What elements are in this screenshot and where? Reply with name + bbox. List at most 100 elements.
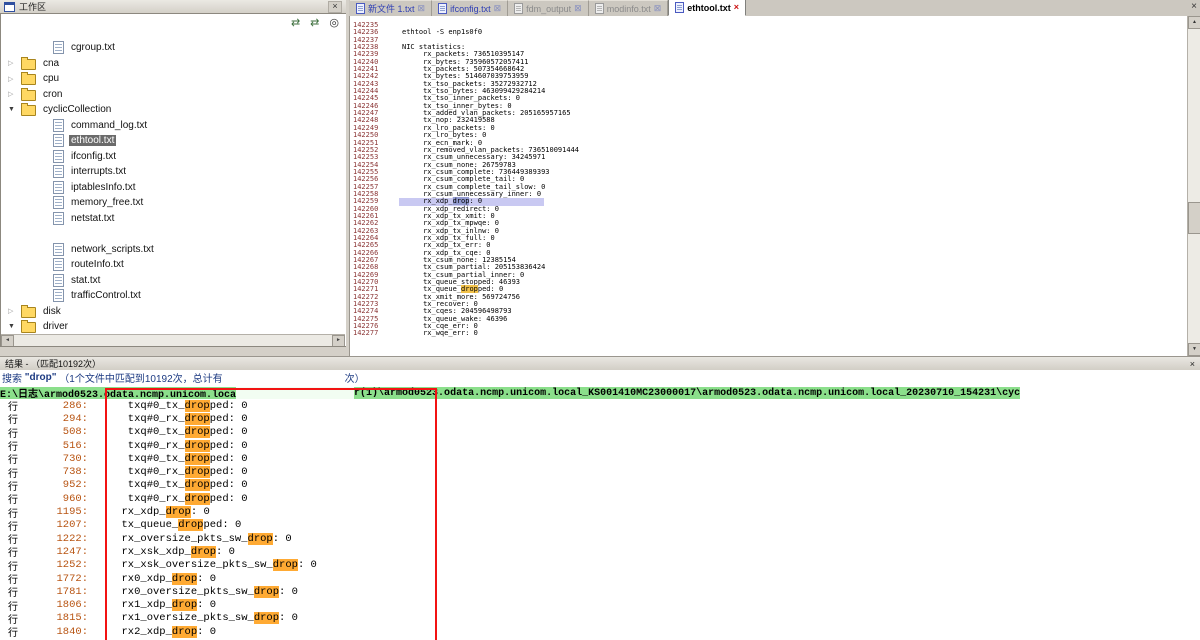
tree-item-ethtool-txt[interactable]: ethtool.txt — [1, 133, 347, 149]
row-text: txq#0_tx_dropped: 0 — [88, 400, 248, 412]
file-icon — [53, 243, 64, 256]
tab-close-icon[interactable]: ⊠ — [418, 4, 426, 13]
result-row[interactable]: 行1781: rx0_oversize_pkts_sw_drop: 0 — [0, 585, 1200, 598]
tree-item-command-log-txt[interactable]: command_log.txt — [1, 118, 347, 134]
scrollbar-thumb[interactable] — [1188, 202, 1200, 234]
scroll-up-icon[interactable]: ▲ — [1188, 16, 1200, 29]
chevron-collapsed-icon[interactable]: ▷ — [8, 90, 21, 98]
tree-item-trafficcontrol-txt[interactable]: trafficControl.txt — [1, 288, 347, 304]
editor-line[interactable]: 142277 rx_wqe_err: 0 — [350, 330, 1188, 337]
row-text: txq#0_rx_dropped: 0 — [88, 413, 248, 425]
chevron-collapsed-icon[interactable]: ▷ — [8, 307, 21, 315]
tree-item-network-scripts-txt[interactable]: network_scripts.txt — [1, 242, 347, 258]
chevron-collapsed-icon[interactable]: ▷ — [8, 75, 21, 83]
results-close-button[interactable]: × — [1190, 359, 1195, 369]
row-text: txq#0_rx_dropped: 0 — [88, 493, 248, 505]
tab-close-icon[interactable]: ⊠ — [574, 4, 582, 13]
row-line-label: 行 — [0, 624, 32, 639]
tree-item-cycliccollection[interactable]: ▼cyclicCollection — [1, 102, 347, 118]
tab-close-icon[interactable]: ⊠ — [654, 4, 662, 13]
tree-item-disk[interactable]: ▷ disk — [1, 304, 347, 320]
tree-item-memory-free-txt[interactable]: memory_free.txt — [1, 195, 347, 211]
redaction-box — [223, 371, 345, 383]
refresh-tree-icon[interactable]: ⇄ — [291, 17, 300, 29]
tab-1-txt[interactable]: 新文件 1.txt⊠ — [350, 0, 432, 16]
scroll-down-icon[interactable]: ▼ — [1188, 343, 1200, 356]
tree-item-label: disk — [41, 306, 63, 317]
file-icon — [53, 134, 64, 147]
result-row[interactable]: 行1806: rx1_xdp_drop: 0 — [0, 598, 1200, 611]
workspace-toolbar: ⇄ ⇄ ◎ — [291, 17, 339, 29]
row-text: txq#0_tx_dropped: 0 — [88, 426, 248, 438]
result-row[interactable]: 行1247: rx_xsk_xdp_drop: 0 — [0, 545, 1200, 558]
tree-horizontal-scrollbar[interactable]: ◄ ► — [1, 334, 345, 346]
row-text: rx_xdp_drop: 0 — [88, 506, 210, 518]
chevron-expanded-icon[interactable]: ▼ — [8, 106, 21, 113]
tab-close-icon[interactable]: × — [734, 3, 739, 12]
tree-item-cpu[interactable]: ▷ cpu — [1, 71, 347, 87]
tab-ifconfig-txt[interactable]: ifconfig.txt⊠ — [432, 0, 508, 16]
editor-scrollbar[interactable]: ▲ ▼ — [1187, 16, 1200, 356]
tree-item-routeinfo-txt[interactable]: routeInfo.txt — [1, 257, 347, 273]
row-text: rx0_xdp_drop: 0 — [88, 573, 216, 585]
tree-item-driver[interactable]: ▼driver — [1, 319, 347, 335]
redaction-box — [498, 331, 620, 351]
result-row[interactable]: 行1252: rx_xsk_oversize_pkts_sw_drop: 0 — [0, 559, 1200, 572]
result-row[interactable]: 行1772: rx0_xdp_drop: 0 — [0, 572, 1200, 585]
scroll-right-icon[interactable]: ► — [332, 335, 345, 347]
tabbar-close-button[interactable]: × — [1191, 2, 1197, 12]
locate-file-icon[interactable]: ◎ — [329, 17, 339, 29]
editor-line[interactable]: 142236ethtool -S enp1s0f0 — [350, 29, 1188, 36]
tree-item-cgroup-txt[interactable]: cgroup.txt — [1, 40, 347, 56]
tree-item-censored[interactable] — [1, 226, 347, 242]
editor-line[interactable]: 142237 — [350, 37, 1188, 44]
tree-item-interrupts-txt[interactable]: interrupts.txt — [1, 164, 347, 180]
tab-close-icon[interactable]: ⊠ — [494, 4, 502, 13]
row-text: txq#0_tx_dropped: 0 — [88, 479, 248, 491]
result-row[interactable]: 行516: txq#0_rx_dropped: 0 — [0, 439, 1200, 452]
tree-item-label: network_scripts.txt — [69, 244, 156, 255]
tree-item-ifconfig-txt[interactable]: ifconfig.txt — [1, 149, 347, 165]
tree-item-label: cpu — [41, 73, 61, 84]
tree-item-cron[interactable]: ▷ cron — [1, 87, 347, 103]
tab-fdm-output[interactable]: fdm_output⊠ — [508, 0, 589, 16]
tree-item-cna[interactable]: ▷cna — [1, 56, 347, 72]
editor-area[interactable]: 142235142236ethtool -S enp1s0f0142237142… — [349, 16, 1188, 356]
tree-item-label: iptablesInfo.txt — [69, 182, 137, 193]
result-row[interactable]: 行286: txq#0_tx_dropped: 0 — [0, 399, 1200, 412]
tree-item-iptablesinfo-txt[interactable]: iptablesInfo.txt — [1, 180, 347, 196]
scroll-left-icon[interactable]: ◄ — [1, 335, 14, 347]
sync-tree-icon[interactable]: ⇄ — [310, 17, 319, 29]
result-row[interactable]: 行508: txq#0_tx_dropped: 0 — [0, 426, 1200, 439]
workspace-close-button[interactable]: × — [328, 1, 342, 13]
match-highlight: drop — [185, 493, 210, 505]
chevron-expanded-icon[interactable]: ▼ — [8, 323, 21, 330]
result-row[interactable]: 行1815: rx1_oversize_pkts_sw_drop: 0 — [0, 612, 1200, 625]
file-icon — [53, 150, 64, 163]
result-file-path[interactable]: E:\日志\armod0523.odata.ncmp.unicom.locar(… — [0, 387, 1020, 399]
row-line-number: 738: — [32, 466, 88, 478]
tree-item-netstat-txt[interactable]: netstat.txt — [1, 211, 347, 227]
result-row[interactable]: 行952: txq#0_tx_dropped: 0 — [0, 479, 1200, 492]
chevron-collapsed-icon[interactable]: ▷ — [8, 59, 21, 67]
result-row[interactable]: 行1840: rx2_xdp_drop: 0 — [0, 625, 1200, 638]
result-row[interactable]: 行1207: tx_queue_dropped: 0 — [0, 519, 1200, 532]
tree-rows: cgroup.txt▷cna▷cpu▷cron▼cyclicCollection… — [1, 40, 347, 347]
row-text: rx2_xdp_drop: 0 — [88, 626, 216, 638]
tree-item-label: ifconfig.txt — [69, 151, 118, 162]
result-row[interactable]: 行738: txq#0_rx_dropped: 0 — [0, 465, 1200, 478]
match-highlight: drop — [185, 426, 210, 438]
tab-ethtool-txt[interactable]: ethtool.txt× — [668, 0, 746, 16]
result-row[interactable]: 行1222: rx_oversize_pkts_sw_drop: 0 — [0, 532, 1200, 545]
result-row[interactable]: 行960: txq#0_rx_dropped: 0 — [0, 492, 1200, 505]
result-row[interactable]: 行730: txq#0_tx_dropped: 0 — [0, 452, 1200, 465]
result-row[interactable]: 行1195: rx_xdp_drop: 0 — [0, 505, 1200, 518]
folder-icon — [21, 90, 36, 101]
tree-item-label: cron — [41, 89, 64, 100]
result-row[interactable]: 行294: txq#0_rx_dropped: 0 — [0, 412, 1200, 425]
path-prefix: E:\日志\armod0523.odata.ncmp.unicom.loca — [0, 385, 236, 401]
tree-item-stat-txt[interactable]: stat.txt — [1, 273, 347, 289]
tab-modinfo-txt[interactable]: modinfo.txt⊠ — [589, 0, 669, 16]
match-highlight: drop — [185, 400, 210, 412]
match-highlight: drop — [172, 573, 197, 585]
